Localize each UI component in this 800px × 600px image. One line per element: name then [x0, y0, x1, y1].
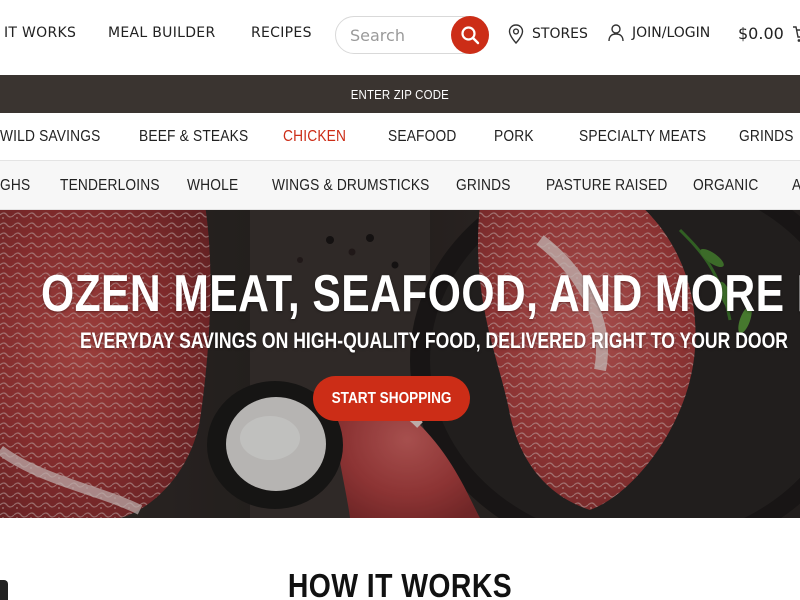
category-wild-savings[interactable]: WILD SAVINGS [0, 128, 100, 146]
subcategory-tenderloins[interactable]: TENDERLOINS [60, 177, 160, 195]
subcategory-pasture-raised[interactable]: PASTURE RAISED [546, 177, 667, 195]
category-pork[interactable]: PORK [494, 128, 534, 146]
subcategory-more[interactable]: A [792, 177, 800, 195]
hero-overlay [0, 210, 800, 518]
how-it-works-title: HOW IT WORKS [287, 567, 513, 600]
category-chicken[interactable]: CHICKEN [283, 128, 346, 146]
subcategory-organic[interactable]: ORGANIC [693, 177, 758, 195]
secondary-category-nav: GHS TENDERLOINS WHOLE WINGS & DRUMSTICKS… [0, 161, 800, 210]
search-box [335, 16, 489, 54]
search-icon [461, 26, 480, 45]
nav-how-it-works[interactable]: IT WORKS [4, 25, 76, 41]
subcategory-thighs[interactable]: GHS [0, 177, 30, 195]
hero-title: OZEN MEAT, SEAFOOD, AND MORE FOR LES [41, 265, 800, 323]
start-shopping-button[interactable]: START SHOPPING [313, 376, 470, 421]
nav-recipes[interactable]: RECIPES [251, 25, 312, 41]
cart-total: $0.00 [738, 24, 784, 43]
category-seafood[interactable]: SEAFOOD [388, 128, 456, 146]
nav-meal-builder[interactable]: MEAL BUILDER [108, 25, 216, 41]
stores-link[interactable]: STORES [508, 24, 588, 44]
start-shopping-label: START SHOPPING [331, 389, 452, 407]
site-header: IT WORKS MEAL BUILDER RECIPES STORES JOI… [0, 0, 800, 72]
login-link[interactable]: JOIN/LOGIN [608, 24, 710, 42]
search-button[interactable] [451, 16, 489, 54]
search-input[interactable] [350, 26, 450, 45]
zip-code-label: ENTER ZIP CODE [350, 86, 450, 102]
category-grinds[interactable]: GRINDS [739, 128, 794, 146]
map-pin-icon [508, 24, 524, 44]
hero-subtitle: EVERYDAY SAVINGS ON HIGH-QUALITY FOOD, D… [80, 328, 789, 353]
category-specialty-meats[interactable]: SPECIALTY MEATS [579, 128, 706, 146]
zip-code-bar[interactable]: ENTER ZIP CODE [0, 75, 800, 113]
hero-banner: OZEN MEAT, SEAFOOD, AND MORE FOR LES EVE… [0, 210, 800, 518]
cart-link[interactable]: $0.00 [738, 24, 800, 43]
category-beef-steaks[interactable]: BEEF & STEAKS [139, 128, 248, 146]
primary-category-nav: WILD SAVINGS BEEF & STEAKS CHICKEN SEAFO… [0, 113, 800, 161]
cart-icon [792, 25, 800, 42]
login-label: JOIN/LOGIN [632, 25, 711, 41]
subcategory-wings-drumsticks[interactable]: WINGS & DRUMSTICKS [272, 177, 430, 195]
subcategory-grinds[interactable]: GRINDS [456, 177, 511, 195]
stores-label: STORES [532, 26, 588, 42]
side-tab[interactable] [0, 580, 8, 600]
subcategory-whole[interactable]: WHOLE [187, 177, 238, 195]
user-icon [608, 24, 624, 42]
